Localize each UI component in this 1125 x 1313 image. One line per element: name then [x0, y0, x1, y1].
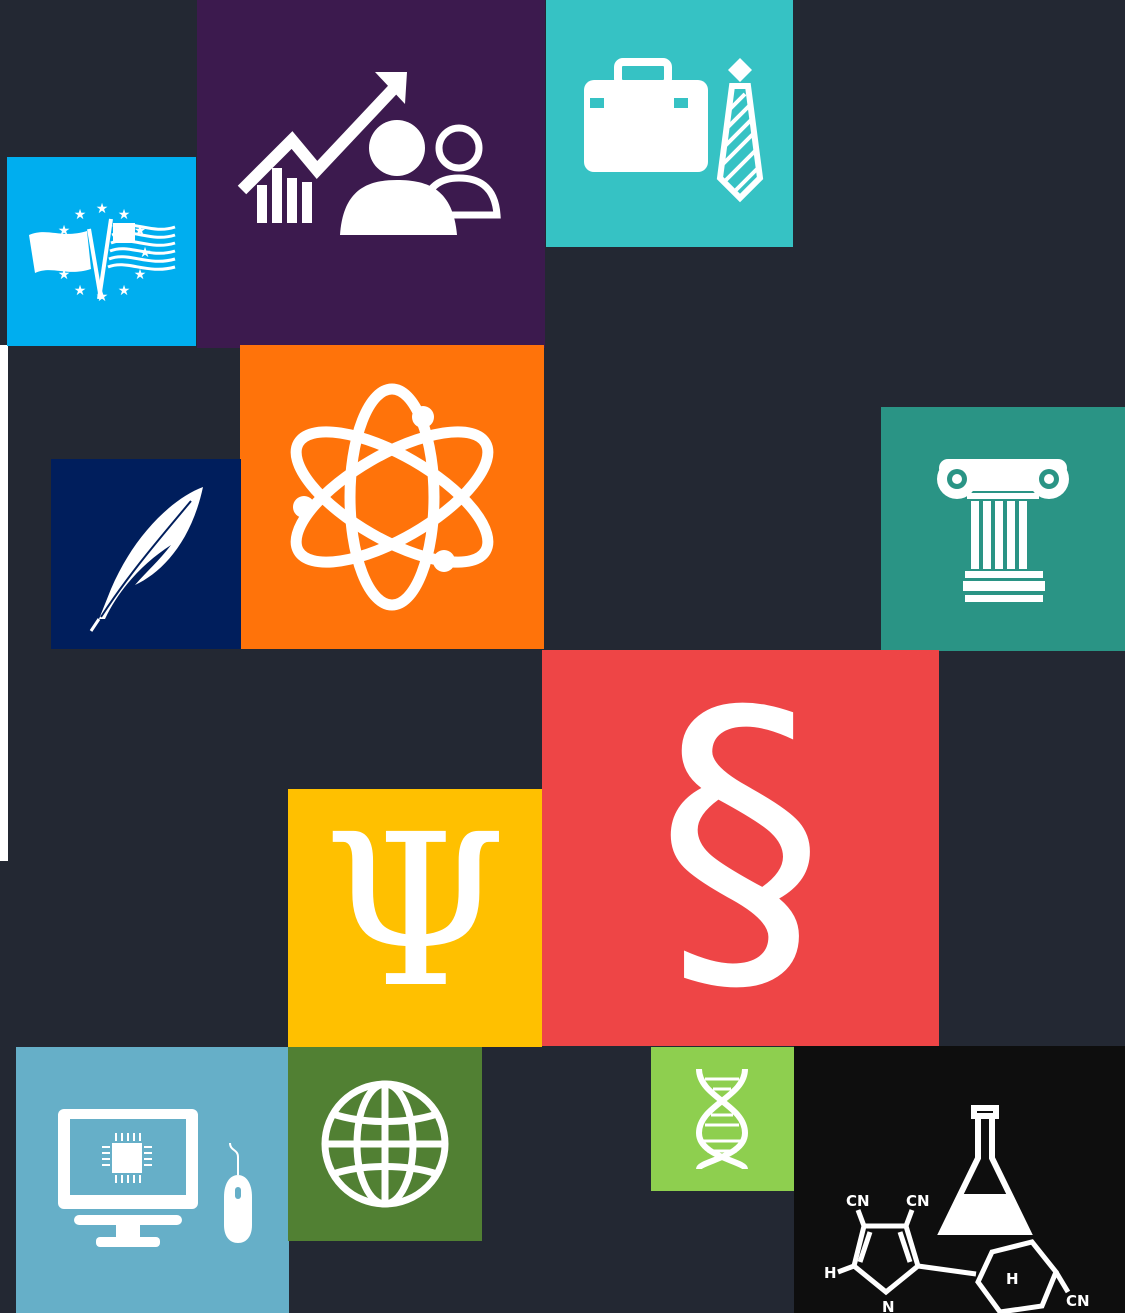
svg-text:★: ★ — [118, 207, 131, 223]
computer-science-tile[interactable] — [16, 1047, 289, 1313]
physics-tile[interactable] — [240, 345, 544, 649]
dna-icon — [695, 1068, 749, 1171]
growth-chart-people-icon — [237, 72, 501, 235]
edge-bar — [0, 345, 8, 861]
psychology-tile[interactable]: Ψ — [288, 789, 542, 1047]
chem-label-n-bottom: N — [882, 1298, 895, 1313]
svg-text:★: ★ — [118, 283, 131, 299]
svg-text:★: ★ — [74, 207, 87, 223]
literature-tile[interactable] — [51, 459, 241, 649]
psi-icon: Ψ — [322, 789, 508, 1034]
history-tile[interactable] — [881, 407, 1125, 651]
ionic-column-icon — [937, 459, 1069, 602]
section-sign-icon: § — [655, 640, 826, 1036]
chemistry-tile[interactable]: CN CN H N H CN — [794, 1046, 1125, 1313]
geography-tile[interactable] — [288, 1047, 482, 1241]
chem-label-h-ring: H — [1006, 1270, 1019, 1288]
computer-mouse-icon — [58, 1109, 252, 1247]
svg-text:★: ★ — [74, 283, 87, 299]
business-tile[interactable] — [546, 0, 793, 247]
business-growth-tile[interactable] — [197, 0, 545, 348]
chem-label-cn-left: CN — [846, 1192, 870, 1210]
chemistry-flask-molecule-icon: CN CN H N H CN — [824, 1105, 1090, 1313]
globe-icon — [321, 1080, 449, 1208]
eu-us-flags-icon: ★ ★ ★ ★ ★ ★ ★ ★ ★ ★ ★ ★ — [29, 201, 176, 305]
feather-quill-icon — [89, 487, 203, 632]
atom-icon — [290, 383, 494, 611]
chem-label-h-left: H — [824, 1264, 837, 1282]
svg-text:★: ★ — [96, 201, 109, 217]
briefcase-tie-icon — [584, 58, 764, 203]
subject-tile-mosaic: ★ ★ ★ ★ ★ ★ ★ ★ ★ ★ ★ ★ — [0, 0, 1125, 1313]
law-tile[interactable]: § — [542, 650, 939, 1046]
eu-us-flags-tile[interactable]: ★ ★ ★ ★ ★ ★ ★ ★ ★ ★ ★ ★ — [7, 157, 196, 346]
chem-label-cn-right: CN — [906, 1192, 930, 1210]
chem-label-cn-ring: CN — [1066, 1292, 1090, 1310]
biology-tile[interactable] — [651, 1047, 794, 1191]
